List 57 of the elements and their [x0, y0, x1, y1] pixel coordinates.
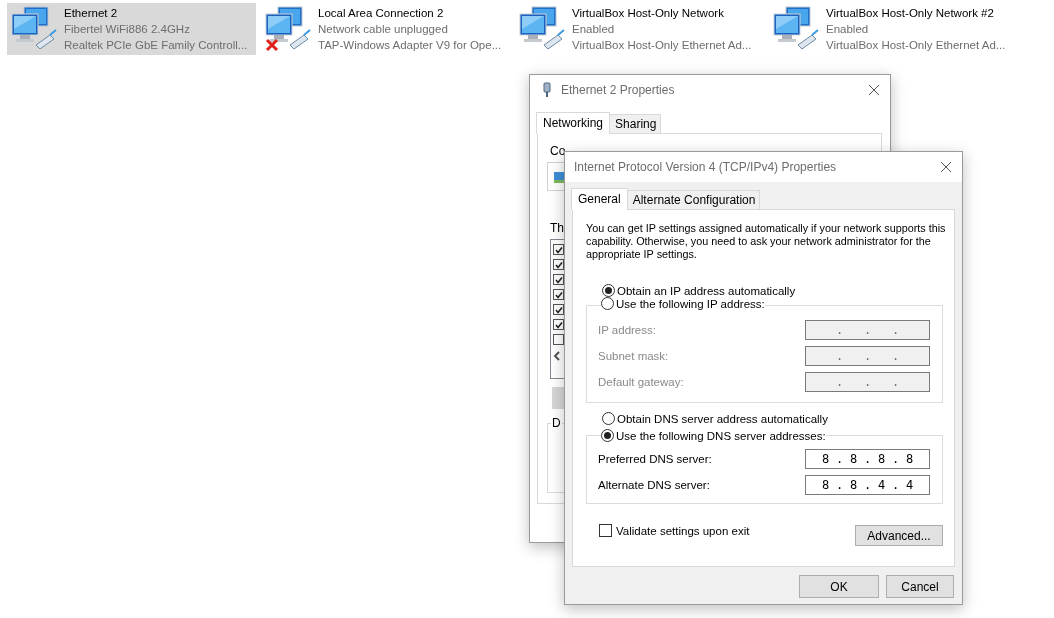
radio-circle[interactable] [602, 284, 615, 297]
component-checkbox[interactable] [553, 289, 564, 300]
adapter-status: Network cable unplugged [318, 22, 449, 37]
window-title: Internet Protocol Version 4 (TCP/IPv4) Properties [574, 160, 837, 174]
field-label: Alternate DNS server: [598, 479, 710, 491]
dialog-button[interactable]: Cancel [886, 575, 954, 598]
plug-icon [542, 82, 552, 98]
tab[interactable]: General [571, 188, 628, 210]
adapter-name: Ethernet 2 [64, 6, 119, 21]
field-label: IP address: [598, 324, 656, 336]
network-card-icon [553, 170, 565, 184]
ip-address-field[interactable]: 8 . 8 . 4 . 4 [805, 475, 930, 495]
ip-option-radio[interactable]: Obtain an IP address automatically [602, 284, 796, 297]
adapter-device: Realtek PCIe GbE Family Controll... [64, 38, 248, 53]
ip-option-radio[interactable]: Use the following IP address: [601, 297, 765, 310]
components-label: Th [550, 221, 564, 235]
window-title: Ethernet 2 Properties [561, 83, 675, 97]
tab[interactable]: Alternate Configuration [626, 190, 761, 209]
adapter-device: VirtualBox Host-Only Ethernet Ad... [826, 38, 1006, 53]
checkbox-square[interactable] [599, 524, 612, 537]
adapter-status: Enabled [826, 22, 870, 37]
radio-circle[interactable] [602, 412, 615, 425]
field-label: Preferred DNS server: [598, 453, 712, 465]
tab[interactable]: Networking [536, 112, 611, 134]
dialog-button[interactable]: OK [799, 575, 879, 598]
component-checkbox[interactable] [553, 334, 564, 345]
radio-circle[interactable] [601, 429, 614, 442]
scroll-left-icon[interactable] [553, 351, 561, 361]
validate-checkbox[interactable]: Validate settings upon exit [599, 524, 750, 537]
component-checkbox[interactable] [553, 244, 564, 255]
adapter-name: VirtualBox Host-Only Network [572, 6, 725, 21]
adapter-device: VirtualBox Host-Only Ethernet Ad... [572, 38, 752, 53]
ip-address-field[interactable]: 8 . 8 . 8 . 8 [805, 449, 930, 469]
adapter-item[interactable]: VirtualBox Host-Only Network Enabled VirtualBox Host-Only Ethernet Ad... [515, 3, 769, 55]
description-text: You can get IP settings assigned automatically if your network supports this capability. Otherwise, you need to ask your network administrator for the appropriate IP settings. [586, 222, 947, 261]
dns-option-radio[interactable]: Obtain DNS server address automatically [602, 412, 828, 425]
radio-circle[interactable] [601, 297, 614, 310]
adapter-name: VirtualBox Host-Only Network #2 [826, 6, 995, 21]
adapter-status: Enabled [572, 22, 616, 37]
advanced-button[interactable]: Advanced... [855, 525, 943, 546]
adapter-name: Local Area Connection 2 [318, 6, 445, 21]
close-icon[interactable] [940, 161, 952, 173]
adapter-item[interactable]: VirtualBox Host-Only Network #2 Enabled VirtualBox Host-Only Ethernet Ad... [769, 3, 1023, 55]
adapter-item[interactable]: Ethernet 2 Fibertel WiFi886 2.4GHz Realtek PCIe GbE Family Controll... [7, 3, 256, 55]
close-icon[interactable] [868, 84, 880, 96]
group-label: D [551, 416, 562, 430]
dns-option-radio[interactable]: Use the following DNS server addresses: [601, 429, 826, 442]
adapter-status: Fibertel WiFi886 2.4GHz [64, 22, 191, 37]
field-label: Default gateway: [598, 376, 684, 388]
component-checkbox[interactable] [553, 319, 564, 330]
component-checkbox[interactable] [553, 304, 564, 315]
field-label: Subnet mask: [598, 350, 669, 362]
component-checkbox[interactable] [553, 274, 564, 285]
adapter-item[interactable]: Local Area Connection 2 Network cable unplugged TAP-Windows Adapter V9 for Ope... [261, 3, 515, 55]
component-checkbox[interactable] [553, 259, 564, 270]
adapter-device: TAP-Windows Adapter V9 for Ope... [318, 38, 502, 53]
tab[interactable]: Sharing [609, 114, 662, 133]
